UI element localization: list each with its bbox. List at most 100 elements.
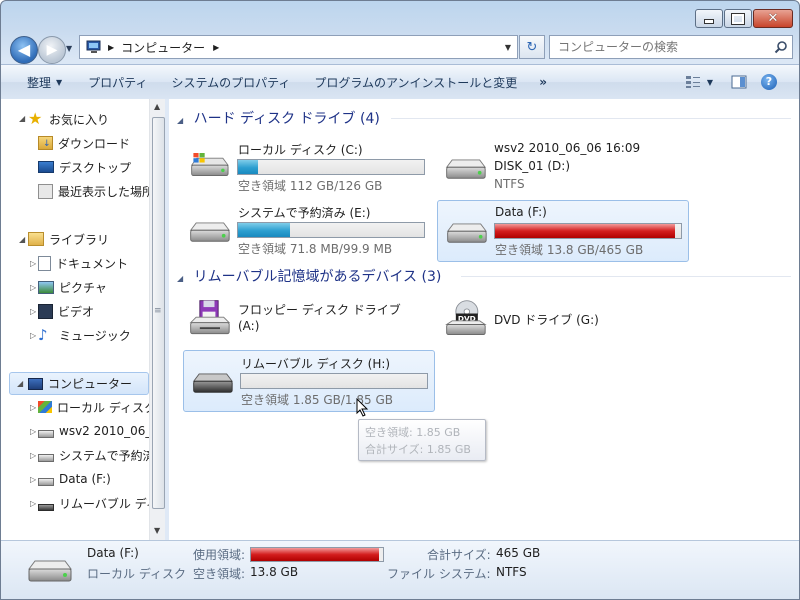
content-pane: ◢ ハード ディスク ドライブ (4) ローカル ディスク (C:) 空き領域 … bbox=[169, 99, 799, 540]
uninstall-button[interactable]: プログラムのアンインストールと変更 bbox=[304, 70, 527, 94]
breadcrumb-computer[interactable]: コンピューター bbox=[121, 39, 205, 56]
nav-scrollbar[interactable]: ▲ ≡ ▼ bbox=[149, 99, 166, 540]
drive-f-name: Data (F:) bbox=[495, 205, 547, 219]
breadcrumb-separator-icon[interactable]: ▶ bbox=[213, 43, 219, 52]
properties-button[interactable]: プロパティ bbox=[78, 70, 157, 94]
videos-icon bbox=[38, 303, 53, 319]
details-fs-value: NTFS bbox=[496, 565, 527, 579]
group-header-removable[interactable]: ◢ リムーバブル記憶域があるデバイス (3) bbox=[177, 266, 441, 286]
system-properties-label: システムのプロパティ bbox=[171, 75, 291, 90]
address-bar[interactable]: ▶ コンピューター ▶ ▼ bbox=[79, 35, 518, 59]
drive-f[interactable]: Data (F:) 空き領域 13.8 GB/465 GB bbox=[437, 200, 689, 262]
change-view-button[interactable] bbox=[681, 70, 705, 94]
nav-downloads[interactable]: ↓ ダウンロード bbox=[38, 132, 130, 154]
nav-documents-label: ドキュメント bbox=[56, 256, 129, 271]
expand-arrow-icon[interactable]: ▷ bbox=[30, 499, 36, 508]
drive-d-filesystem: NTFS bbox=[494, 177, 525, 191]
nav-drive-c[interactable]: ローカル ディスク (C:) bbox=[38, 396, 149, 418]
more-commands-button[interactable]: » bbox=[529, 70, 557, 94]
hard-drive-icon bbox=[38, 478, 54, 486]
uninstall-label: プログラムのアンインストールと変更 bbox=[314, 75, 518, 90]
expand-arrow-icon[interactable]: ▷ bbox=[30, 307, 36, 316]
nav-pictures-label: ピクチャ bbox=[59, 280, 107, 295]
minimize-button[interactable] bbox=[695, 9, 723, 28]
view-icon bbox=[685, 76, 700, 88]
grip-icon: ≡ bbox=[154, 306, 162, 316]
breadcrumb-separator-icon[interactable]: ▶ bbox=[108, 43, 114, 52]
details-used-label: 使用領域: bbox=[193, 548, 246, 562]
windows-drive-icon bbox=[38, 401, 52, 413]
nav-computer[interactable]: ◢ コンピューター bbox=[9, 372, 149, 395]
back-button[interactable]: ◀ bbox=[10, 36, 38, 64]
collapse-arrow-icon[interactable]: ◢ bbox=[19, 235, 25, 244]
computer-icon bbox=[28, 377, 43, 390]
nav-drive-e[interactable]: システムで予約済み (E:) bbox=[38, 444, 149, 466]
details-free-value: 13.8 GB bbox=[250, 565, 299, 579]
recent-pages-dropdown-icon[interactable]: ▼ bbox=[66, 44, 72, 53]
nav-drive-f[interactable]: Data (F:) bbox=[38, 468, 111, 490]
search-icon bbox=[774, 41, 787, 54]
system-properties-button[interactable]: システムのプロパティ bbox=[161, 70, 300, 94]
nav-drive-h-label: リムーバブル ディスク (H:) bbox=[59, 496, 149, 511]
nav-recent-places[interactable]: 最近表示した場所 bbox=[38, 180, 149, 202]
expand-arrow-icon[interactable]: ▷ bbox=[30, 451, 36, 460]
nav-favorites-label: お気に入り bbox=[49, 112, 110, 127]
downloads-folder-icon: ↓ bbox=[38, 136, 53, 150]
hard-drive-icon bbox=[445, 159, 487, 179]
drive-d-name-line1: wsv2 2010_06_06 16:09 bbox=[494, 141, 641, 155]
nav-documents[interactable]: ドキュメント bbox=[38, 252, 128, 274]
address-history-dropdown-icon[interactable]: ▼ bbox=[505, 43, 511, 52]
preview-pane-button[interactable] bbox=[721, 70, 757, 94]
drive-h[interactable]: リムーバブル ディスク (H:) 空き領域 1.85 GB/1.85 GB bbox=[183, 350, 435, 412]
nav-music[interactable]: ♪ ミュージック bbox=[38, 324, 131, 346]
drive-e[interactable]: システムで予約済み (E:) 空き領域 71.8 MB/99.9 MB bbox=[181, 200, 431, 260]
nav-drive-d[interactable]: wsv2 2010_06_06 16:09 DISK_01 (D:) bbox=[38, 420, 149, 442]
details-total-value: 465 GB bbox=[496, 546, 541, 560]
drive-f-free-space: 空き領域 13.8 GB/465 GB bbox=[495, 243, 644, 257]
hard-drive-icon bbox=[28, 560, 72, 582]
more-label: » bbox=[539, 75, 548, 89]
mouse-pointer-icon bbox=[356, 398, 369, 417]
drive-a[interactable]: フロッピー ディスク ドライブ (A:) bbox=[181, 297, 431, 357]
drive-d[interactable]: wsv2 2010_06_06 16:09 DISK_01 (D:) NTFS bbox=[437, 137, 687, 197]
expand-arrow-icon[interactable]: ▷ bbox=[30, 331, 36, 340]
help-button[interactable]: ? bbox=[757, 70, 799, 94]
expand-arrow-icon[interactable]: ▷ bbox=[30, 403, 36, 412]
drive-f-usage-fill bbox=[495, 224, 676, 238]
expand-arrow-icon[interactable]: ▷ bbox=[30, 259, 36, 268]
nav-drive-h[interactable]: リムーバブル ディスク (H:) bbox=[38, 492, 149, 514]
drive-c-usage-fill bbox=[238, 160, 259, 174]
pictures-icon bbox=[38, 280, 54, 294]
expand-arrow-icon[interactable]: ▷ bbox=[30, 283, 36, 292]
collapse-arrow-icon: ◢ bbox=[177, 274, 184, 283]
close-button[interactable]: ✕ bbox=[753, 9, 793, 28]
organize-button[interactable]: 整理 ▼ bbox=[1, 70, 72, 94]
nav-libraries[interactable]: ライブラリ bbox=[28, 228, 109, 250]
drive-c[interactable]: ローカル ディスク (C:) 空き領域 112 GB/126 GB bbox=[181, 137, 431, 197]
search-box[interactable] bbox=[549, 35, 793, 59]
group-divider bbox=[461, 276, 791, 277]
details-usage-bar bbox=[250, 547, 384, 562]
scroll-down-icon[interactable]: ▼ bbox=[154, 526, 160, 535]
drive-e-free-space: 空き領域 71.8 MB/99.9 MB bbox=[238, 242, 393, 256]
refresh-button[interactable]: ↻ bbox=[519, 35, 545, 59]
nav-pictures[interactable]: ピクチャ bbox=[38, 276, 107, 298]
nav-videos[interactable]: ビデオ bbox=[38, 300, 94, 322]
scroll-up-icon[interactable]: ▲ bbox=[154, 102, 160, 111]
collapse-arrow-icon[interactable]: ◢ bbox=[19, 114, 25, 123]
expand-arrow-icon[interactable]: ▷ bbox=[30, 475, 36, 484]
computer-icon bbox=[86, 40, 101, 53]
expand-arrow-icon[interactable]: ▷ bbox=[30, 427, 36, 436]
drive-g[interactable]: DVD DVD ドライブ (G:) bbox=[437, 297, 687, 357]
view-options-dropdown[interactable]: ▼ bbox=[705, 70, 721, 94]
group-header-hdd[interactable]: ◢ ハード ディスク ドライブ (4) bbox=[177, 108, 380, 128]
collapse-arrow-icon[interactable]: ◢ bbox=[17, 379, 23, 388]
forward-button[interactable]: ▶ bbox=[38, 36, 66, 64]
maximize-button[interactable] bbox=[724, 9, 752, 28]
search-input[interactable] bbox=[556, 39, 770, 55]
nav-desktop[interactable]: デスクトップ bbox=[38, 156, 131, 178]
nav-computer-label: コンピューター bbox=[48, 377, 133, 391]
nav-favorites[interactable]: ★ お気に入り bbox=[28, 108, 109, 130]
preview-pane-icon bbox=[731, 75, 747, 89]
scroll-thumb[interactable]: ≡ bbox=[152, 117, 165, 509]
